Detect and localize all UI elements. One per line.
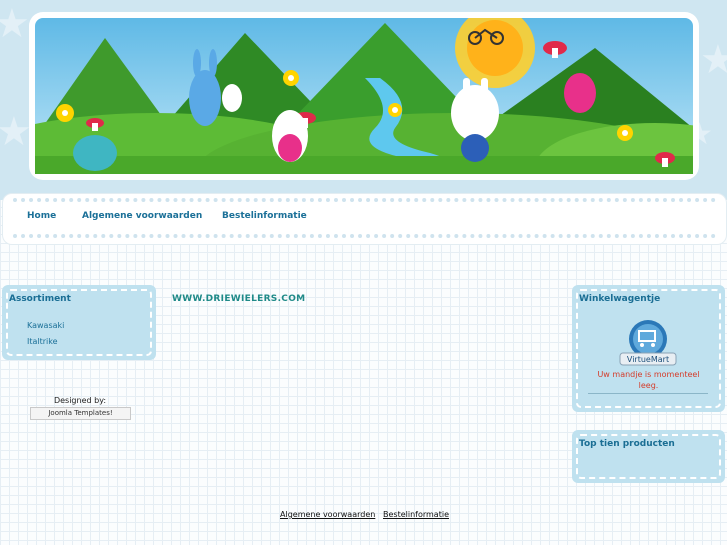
star-decoration-icon: ★ [700, 37, 727, 83]
header-banner [29, 12, 699, 180]
virtuemart-logo-icon: VirtueMart [617, 319, 679, 373]
designed-by-label: Designed by: [53, 396, 107, 405]
menu-item-kawasaki[interactable]: Kawasaki [27, 321, 64, 330]
top-products-title: Top tien producten [579, 439, 675, 449]
footer-link-bestelinformatie[interactable]: Bestelinformatie [383, 510, 449, 519]
menu-item-italtrike[interactable]: Italtrike [27, 337, 58, 346]
top-navigation: Home Algemene voorwaarden Bestelinformat… [2, 193, 727, 245]
nav-item-home[interactable]: Home [27, 211, 56, 221]
nav-divider-bottom [13, 234, 716, 238]
cart-empty-message: Uw mandje is momenteel leeg. [597, 370, 700, 390]
cart-divider [588, 393, 708, 394]
top-products-module [572, 430, 725, 483]
site-url-heading: WWW.DRIEWIELERS.COM [172, 294, 306, 304]
nav-divider-top [13, 198, 716, 202]
footer-link-algemene-voorwaarden[interactable]: Algemene voorwaarden [280, 510, 375, 519]
nav-item-bestelinformatie[interactable]: Bestelinformatie [222, 211, 307, 221]
joomla-templates-badge[interactable]: Joomla Templates! [30, 407, 131, 420]
star-decoration-icon: ★ [0, 1, 30, 47]
assortiment-title: Assortiment [9, 294, 71, 304]
cart-title: Winkelwagentje [579, 294, 661, 304]
virtuemart-logo-text: VirtueMart [627, 355, 669, 364]
banner-illustration [35, 18, 693, 174]
nav-item-algemene-voorwaarden[interactable]: Algemene voorwaarden [82, 211, 202, 221]
star-decoration-icon: ★ [0, 109, 32, 155]
